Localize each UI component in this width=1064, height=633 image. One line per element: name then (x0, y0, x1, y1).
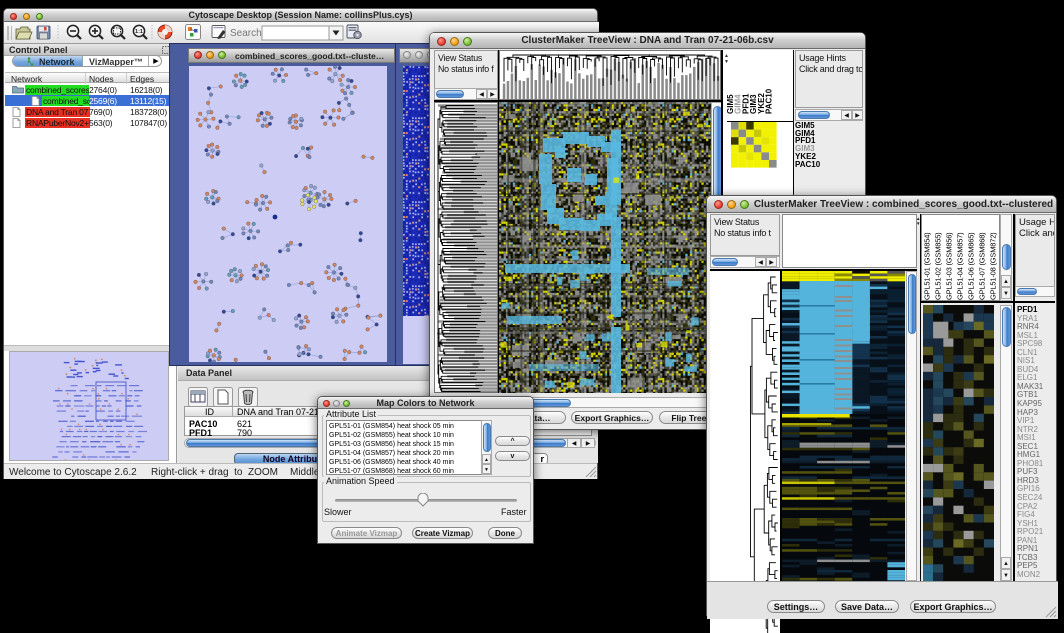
svg-text:GPL51-03 (GSM856): GPL51-03 (GSM856) (945, 232, 954, 300)
svg-text:PAC10: PAC10 (765, 88, 774, 114)
svg-text:GPL51-06 (GSM865): GPL51-06 (GSM865) (967, 232, 976, 300)
svg-text:GPL51-07 (GSM868): GPL51-07 (GSM868) (978, 232, 987, 300)
svg-text:Search:: Search: (230, 28, 264, 39)
svg-text:GPL51-01 (GSM854): GPL51-01 (GSM854) (923, 232, 932, 300)
svg-text:GPL51-02 (GSM855): GPL51-02 (GSM855) (934, 232, 943, 300)
svg-text:GPL51-08 (GSM872): GPL51-08 (GSM872) (989, 232, 998, 300)
svg-text:1:1: 1:1 (135, 29, 143, 35)
svg-text:GPL51-04 (GSM857): GPL51-04 (GSM857) (956, 232, 965, 300)
